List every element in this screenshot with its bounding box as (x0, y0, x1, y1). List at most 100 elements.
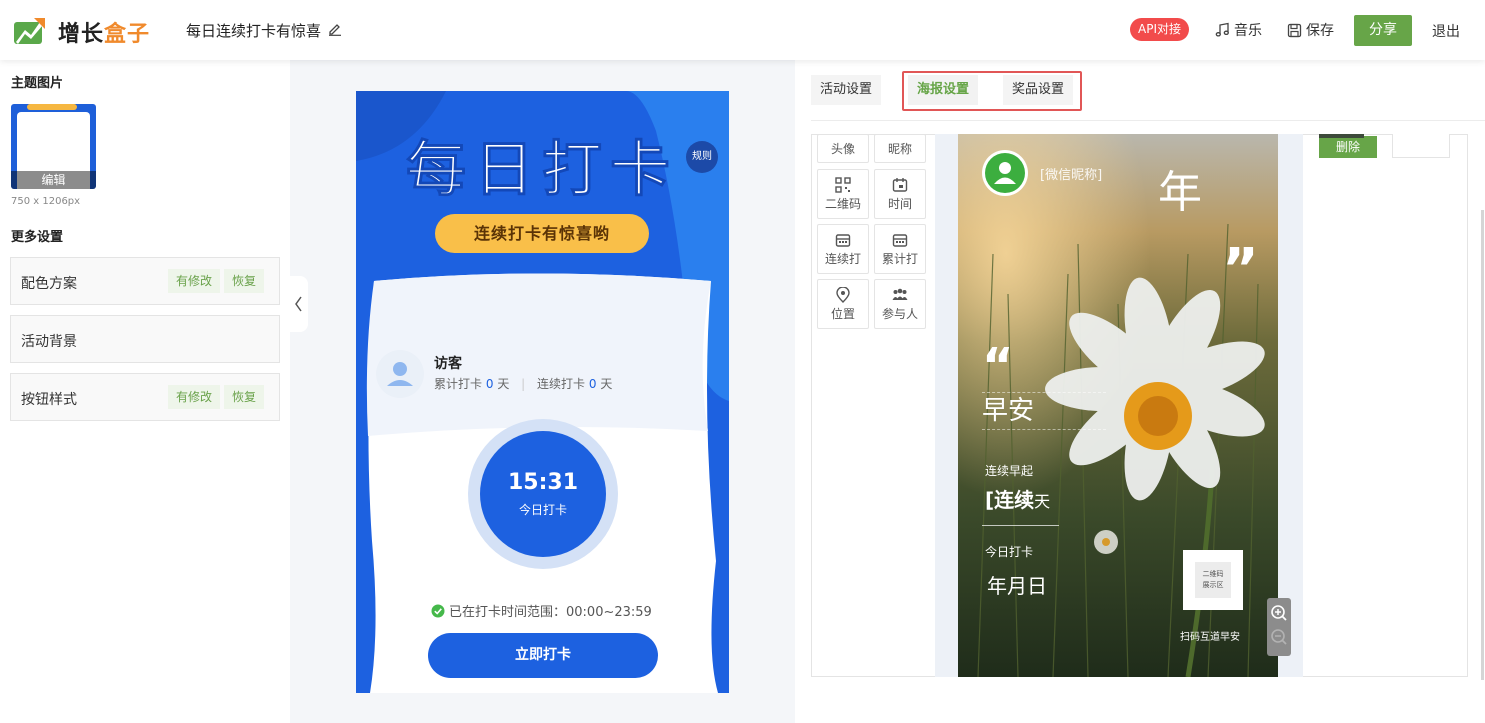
tool-location[interactable]: 位置 (817, 279, 869, 329)
tool-streak-label: 连续打 (824, 252, 861, 266)
tool-avatar-label: 头像 (830, 142, 855, 156)
tool-qrcode-label: 二维码 (824, 197, 861, 211)
poster-quote-close: ” (1222, 237, 1259, 302)
top-header: 增长盒子 每日连续打卡有惊喜 API对接 音乐 保存 分享 退出 (0, 0, 1485, 60)
share-button[interactable]: 分享 (1354, 15, 1412, 46)
poster-greeting: 早安 (982, 392, 1106, 430)
zoom-in-icon (1271, 605, 1287, 621)
api-badge[interactable]: API对接 (1130, 18, 1189, 41)
user-silhouette-icon (994, 162, 1016, 184)
more-settings-title: 更多设置 (11, 230, 64, 245)
total-label: 累计打卡 (434, 377, 483, 391)
activity-title: 每日连续打卡有惊喜 (186, 22, 322, 40)
poster-today-label: 今日打卡 (985, 545, 1034, 559)
thumb-edit-button[interactable]: 编辑 (11, 171, 96, 189)
button-style-row[interactable]: 按钮样式 有修改 恢复 (10, 373, 280, 421)
tool-qrcode[interactable]: 二维码 (817, 169, 869, 219)
button-style-label: 按钮样式 (21, 392, 77, 408)
poster-divider (982, 525, 1059, 526)
streak-label: 连续打卡 (537, 377, 586, 391)
visitor-name: 访客 (434, 356, 462, 372)
tool-total[interactable]: 累计打 (874, 224, 926, 274)
brand-name: 增长盒子 (58, 22, 151, 47)
delete-button[interactable]: 删除 (1319, 136, 1377, 158)
tool-location-label: 位置 (830, 307, 855, 321)
poster-avatar (985, 153, 1025, 193)
tool-time-label: 时间 (887, 197, 912, 211)
zoom-controls (1267, 598, 1291, 656)
time-range-text: 已在打卡时间范围：00:00~23:59 (449, 605, 652, 620)
poster-streak-label: 连续早起 (985, 464, 1034, 478)
current-time: 15:31 (507, 470, 579, 495)
poster-streak: [连续天 (985, 484, 1050, 513)
activity-background-label: 活动背景 (21, 334, 77, 350)
poster-preview: [微信昵称] 年 ” “ 早安 连续早起 [连续天 今日打卡 年月日 二维码 展… (958, 134, 1278, 677)
qr-line-2: 展示区 (1202, 581, 1224, 589)
poster-streak-unit: 天 (1034, 492, 1051, 511)
color-scheme-row[interactable]: 配色方案 有修改 恢复 (10, 257, 280, 305)
day-unit: 天 (600, 377, 613, 391)
music-note-icon (1215, 22, 1229, 37)
qrcode-icon (835, 177, 851, 193)
activity-background-row[interactable]: 活动背景 (10, 315, 280, 363)
poster-quote-open: “ (982, 338, 1014, 394)
poster-streak-value: [连续 (985, 488, 1035, 512)
thumb-size: 750 x 1206px (11, 196, 81, 207)
scrollbar[interactable] (1481, 210, 1484, 680)
slogan-banner: 连续打卡有惊喜哟 (435, 214, 649, 253)
restore-button[interactable]: 恢复 (224, 385, 265, 409)
chevron-left-icon (295, 296, 302, 312)
calendar-icon (892, 234, 908, 247)
poster-bg-thumb[interactable] (1319, 134, 1364, 138)
tool-time[interactable]: 时间 (874, 169, 926, 219)
checkin-now-button[interactable]: 立即打卡 (428, 633, 658, 678)
music-button[interactable]: 音乐 (1214, 20, 1262, 40)
day-unit: 天 (497, 377, 510, 391)
tab-divider (811, 120, 1485, 121)
music-label: 音乐 (1234, 23, 1262, 39)
modified-tag: 有修改 (168, 269, 221, 293)
zoom-out-icon (1271, 629, 1287, 645)
tool-total-label: 累计打 (881, 252, 918, 266)
tool-avatar[interactable]: 头像 (817, 134, 869, 163)
calendar-time-icon (892, 178, 908, 192)
poster-scan-text: 扫码互道早安 (1180, 632, 1240, 643)
theme-image-thumbnail[interactable]: 编辑 (11, 104, 96, 189)
tab-activity-settings[interactable]: 活动设置 (811, 75, 882, 105)
streak-value: 0 (588, 377, 597, 391)
collapse-panel-button[interactable] (290, 276, 308, 332)
user-avatar-icon (387, 362, 413, 386)
calendar-icon (835, 234, 851, 247)
restore-button[interactable]: 恢复 (224, 269, 265, 293)
tool-streak[interactable]: 连续打 (817, 224, 869, 274)
big-title: 每日打卡 (406, 135, 678, 205)
modified-tag: 有修改 (168, 385, 221, 409)
edit-title-icon[interactable] (328, 22, 342, 36)
tool-nickname[interactable]: 昵称 (874, 134, 926, 163)
poster-date: 年月日 (987, 574, 1047, 598)
big-title-graphic: 每日打卡 (406, 135, 678, 206)
tool-participants[interactable]: 参与人 (874, 279, 926, 329)
today-checkin-label: 今日打卡 (518, 503, 567, 517)
rules-button[interactable]: 规则 (686, 141, 718, 173)
exit-button[interactable]: 退出 (1432, 21, 1460, 41)
qrcode-placeholder: 二维码 展示区 (1195, 562, 1231, 598)
people-icon (892, 288, 908, 300)
tab-highlight-box (902, 71, 1082, 111)
visitor-avatar (376, 350, 424, 398)
poster-year: 年 (1158, 167, 1202, 218)
poster-nickname: [微信昵称] (1040, 168, 1103, 183)
qr-line-1: 二维码 (1202, 570, 1224, 578)
tool-participants-label: 参与人 (881, 307, 918, 321)
save-disk-icon (1287, 23, 1302, 37)
poster-avatar-frame (982, 150, 1028, 196)
location-pin-icon (836, 287, 850, 303)
thumb-pill (27, 104, 77, 110)
add-background-slot[interactable] (1392, 134, 1450, 158)
save-button[interactable]: 保存 (1287, 20, 1334, 40)
checkin-stats: 累计打卡 0 天 | 连续打卡 0 天 (434, 377, 613, 391)
growth-logo-icon (14, 18, 45, 44)
color-scheme-label: 配色方案 (21, 276, 77, 292)
tool-nickname-label: 昵称 (887, 142, 912, 156)
time-range-status: 已在打卡时间范围：00:00~23:59 (431, 601, 652, 620)
